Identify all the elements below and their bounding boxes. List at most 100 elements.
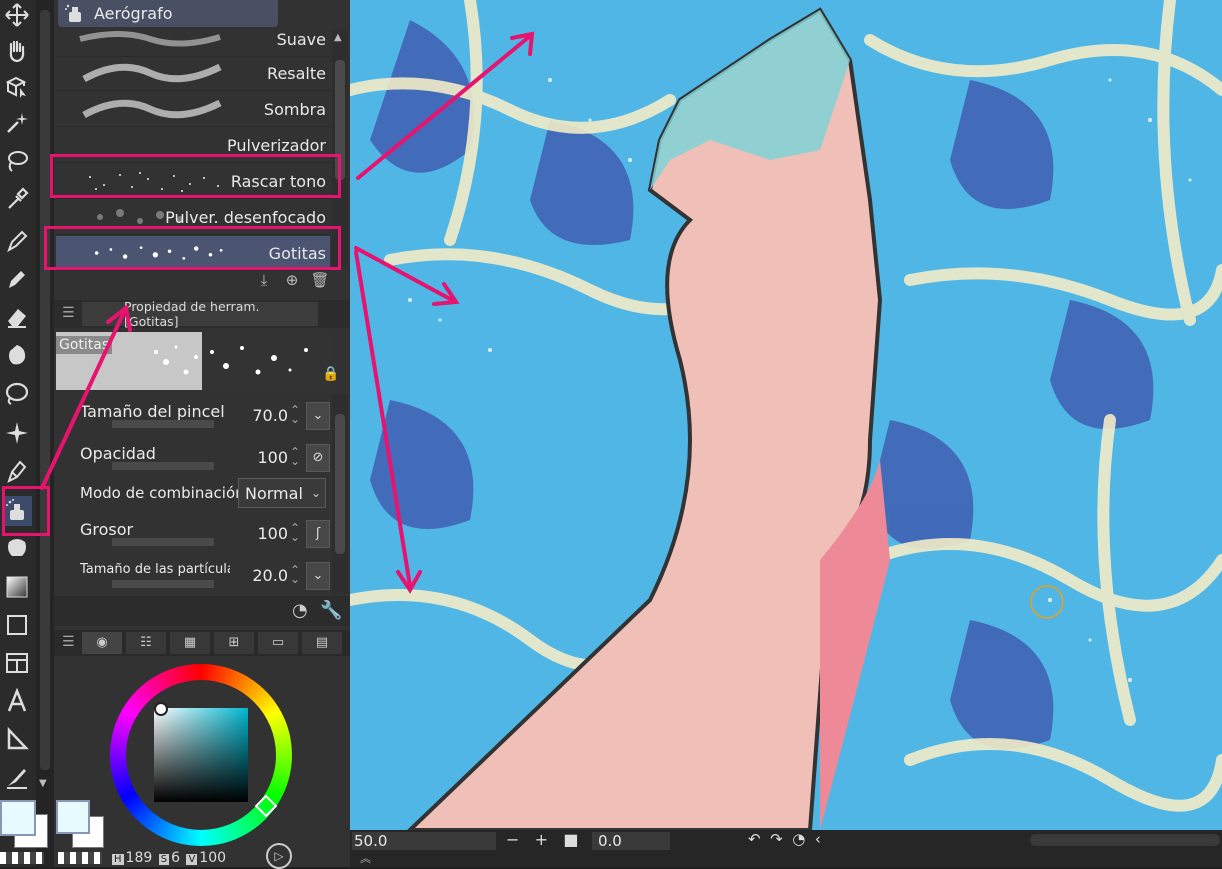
zoom-in-icon[interactable]: + [535, 830, 548, 849]
property-label: Tamaño del pincel [80, 402, 225, 421]
spinner-icon[interactable]: ⌃ ⌄ [290, 446, 300, 467]
chevron-down-icon[interactable]: ▼ [39, 778, 47, 789]
brush-label: Pulverizador [226, 136, 326, 155]
dynamics-icon[interactable]: ⊘ [306, 444, 330, 472]
property-particle-size[interactable]: Tamaño de las partículas 20.0 ⌃ ⌄ ⌄ [56, 556, 330, 596]
eraser-icon[interactable] [2, 302, 32, 332]
pencil-icon[interactable] [2, 264, 32, 294]
fill-icon[interactable] [2, 378, 32, 408]
color-set-tab[interactable]: ▦ [170, 632, 210, 654]
main-color-swatch-2[interactable] [56, 800, 90, 834]
approximate-color-tab[interactable]: ▭ [258, 632, 298, 654]
slider-track[interactable] [112, 420, 214, 428]
transparent-swatch[interactable] [0, 852, 44, 864]
property-opacity[interactable]: Opacidad 100 ⌃ ⌄ ⊘ [56, 438, 330, 478]
property-value[interactable]: 20.0 [252, 566, 288, 585]
eyedropper-icon[interactable] [2, 184, 32, 214]
rotate-left-icon[interactable]: ↶ [748, 830, 761, 848]
property-value[interactable]: 100 [257, 524, 288, 543]
wrench-icon[interactable]: 🔧 [320, 600, 342, 621]
property-thickness[interactable]: Grosor 100 ⌃ ⌄ ʃ [56, 514, 330, 554]
menu-icon[interactable]: ☰ [62, 305, 75, 321]
sv-marker[interactable] [154, 702, 168, 716]
lasso-icon[interactable] [2, 146, 32, 176]
menu-icon[interactable]: ☰ [62, 634, 75, 650]
property-scrollbar[interactable] [332, 394, 348, 594]
brush-preview: Gotitas [56, 332, 204, 390]
inking-pen-icon[interactable] [2, 456, 32, 486]
brush-label: Sombra [263, 100, 326, 119]
rectangle-icon[interactable] [2, 610, 32, 640]
intermediate-color-tab[interactable]: ⊞ [214, 632, 254, 654]
transparent-swatch-2[interactable] [58, 852, 102, 864]
slider-track[interactable] [112, 462, 214, 470]
rotate-right-icon[interactable]: ↷ [770, 830, 783, 848]
property-brush-size[interactable]: Tamaño del pincel 70.0 ⌃ ⌄ ⌄ [56, 396, 330, 436]
blend-icon[interactable] [2, 340, 32, 370]
zoom-buttons: − + ■ [506, 830, 578, 849]
magic-wand-icon[interactable] [2, 108, 32, 138]
frame-icon[interactable] [2, 648, 32, 678]
sparkle-icon[interactable] [2, 418, 32, 448]
saturation-label: S [158, 854, 170, 865]
text-icon[interactable] [2, 686, 32, 716]
toolbar-scrollbar-thumb[interactable] [40, 10, 50, 770]
correction-icon[interactable] [2, 762, 32, 792]
spinner-icon[interactable]: ⌃ ⌄ [290, 522, 300, 543]
brush-item-suave[interactable]: Suave [56, 22, 330, 57]
move-icon[interactable] [2, 0, 32, 30]
zoom-out-icon[interactable]: − [506, 830, 519, 849]
rotation-input[interactable]: 0.0 [592, 832, 670, 850]
chevron-left-icon[interactable]: ‹ [815, 830, 821, 848]
color-slider-tab[interactable]: ☷ [126, 632, 166, 654]
color-wheel-tab[interactable]: ◉ [82, 632, 122, 654]
property-value[interactable]: 70.0 [252, 406, 288, 425]
slider-track[interactable] [112, 538, 214, 546]
rotation-buttons: ↶ ↷ ◔ ‹ [748, 830, 821, 848]
main-color-swatch[interactable] [0, 800, 36, 836]
play-icon[interactable]: ▷ [266, 843, 292, 869]
brush-stroke-preview [82, 99, 222, 119]
hand-icon[interactable] [2, 36, 32, 66]
canvas-hscrollbar[interactable] [1030, 834, 1220, 846]
trash-icon[interactable]: 🗑 [310, 270, 330, 290]
chevron-down-icon: ⌄ [310, 486, 321, 500]
chevron-double-up-icon[interactable]: ︽ [360, 850, 371, 866]
color-history-tab[interactable]: ▤ [302, 632, 342, 654]
slider-track[interactable] [112, 580, 214, 588]
dynamics-icon[interactable]: ⌄ [306, 562, 330, 590]
brush-item-resalte[interactable]: Resalte [56, 56, 330, 91]
brush-item-sombra[interactable]: Sombra [56, 92, 330, 127]
lock-icon[interactable]: 🔒 [322, 366, 339, 382]
dynamics-icon[interactable]: ⌄ [306, 402, 330, 430]
canvas-statusbar: 50.0 − + ■ 0.0 ↶ ↷ ◔ ‹ ︽ [350, 830, 1222, 867]
zoom-input[interactable]: 50.0 [352, 832, 496, 850]
blend-mode-value: Normal [245, 483, 303, 503]
property-label: Tamaño de las partículas [80, 562, 230, 577]
tool-property-tab[interactable]: Propiedad de herram. [Gotitas] [82, 299, 318, 329]
ruler-icon[interactable] [2, 724, 32, 754]
reset-icon[interactable]: ◔ [292, 600, 308, 621]
blend-mode-select[interactable]: Normal ⌄ [238, 478, 326, 508]
chevron-up-icon[interactable]: ▲ [334, 32, 342, 43]
blender-icon[interactable] [2, 534, 32, 564]
copy-subtool-icon[interactable]: ⤓ [254, 270, 274, 290]
saturation-value-square[interactable] [154, 708, 248, 802]
drawing-canvas[interactable] [350, 0, 1222, 830]
reset-rotation-icon[interactable]: ◔ [792, 830, 805, 848]
dynamics-icon[interactable]: ʃ [306, 520, 330, 548]
object-icon[interactable] [2, 72, 32, 102]
property-label: Grosor [80, 520, 134, 539]
add-subtool-icon[interactable]: ⊕ [282, 270, 302, 290]
spinner-icon[interactable]: ⌃ ⌄ [290, 404, 300, 425]
spinner-icon[interactable]: ⌃ ⌄ [290, 564, 300, 585]
property-value[interactable]: 100 [257, 448, 288, 467]
hsv-readout: H 189 S6 V 100 [110, 850, 226, 866]
pen-icon[interactable] [2, 226, 32, 256]
brush-preview-name: Gotitas [56, 336, 113, 354]
property-scrollbar-thumb[interactable] [335, 414, 345, 554]
fit-icon[interactable]: ■ [563, 830, 578, 849]
value-label: V [186, 854, 198, 865]
toolbar-scrollbar[interactable]: ▼ [36, 0, 54, 867]
gradient-icon[interactable] [2, 572, 32, 602]
